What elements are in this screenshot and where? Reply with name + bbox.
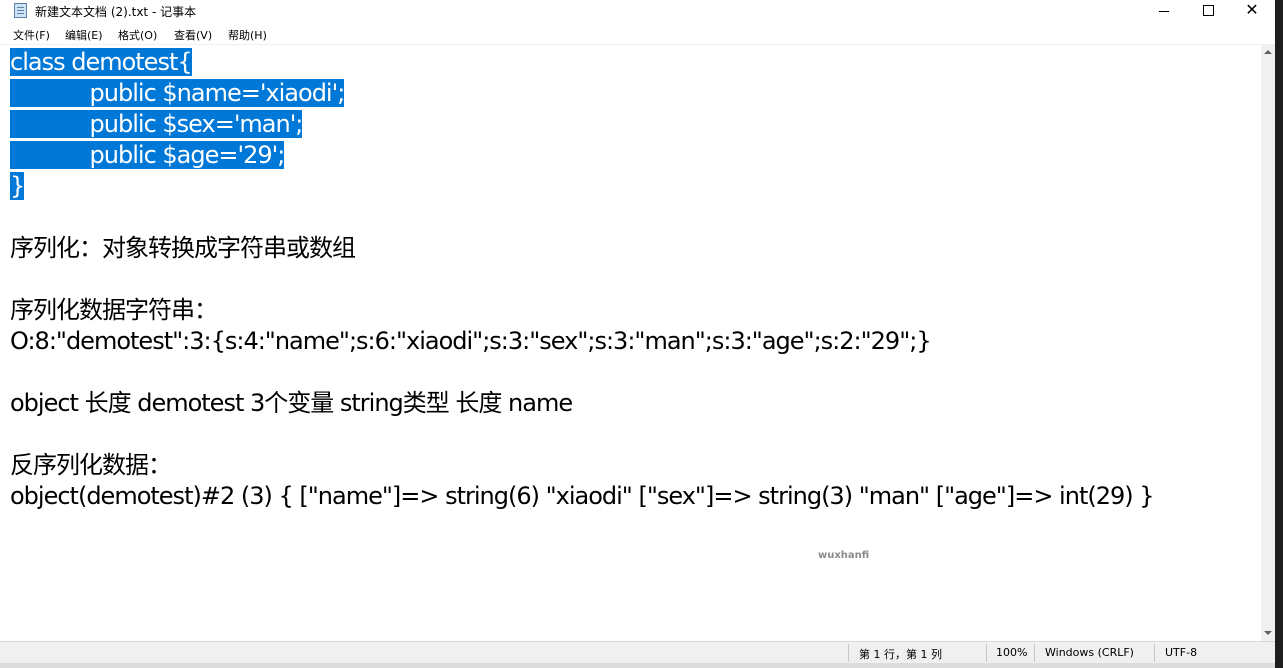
editor-line: } [10,171,25,202]
selected-text: public $age='29'; [10,141,285,169]
status-bar: 第 1 行，第 1 列 100% Windows (CRLF) UTF-8 [0,641,1275,664]
menu-format[interactable]: 格式(O) [118,27,157,43]
encoding: UTF-8 [1165,646,1198,659]
editor-line: public $sex='man'; [10,109,303,140]
selected-text: } [10,172,25,200]
vertical-scrollbar[interactable] [1261,44,1275,641]
menu-bar: 文件(F) 编辑(E) 格式(O) 查看(V) 帮助(H) [0,23,1275,44]
notepad-window: 新建文本文档 (2).txt - 记事本 ✕ 文件(F) 编辑(E) 格式(O)… [0,0,1275,668]
status-divider [848,644,849,662]
watermark: wuxhanfi [818,550,870,561]
editor-line: 序列化：对象转换成字符串或数组 [10,234,356,262]
menu-file[interactable]: 文件(F) [13,27,50,43]
selected-text: public $name='xiaodi'; [10,79,345,107]
scroll-down-icon[interactable] [1264,631,1272,635]
minimize-button[interactable] [1141,0,1187,22]
status-divider [1154,644,1155,662]
maximize-button[interactable] [1185,0,1231,22]
editor-line: 序列化数据字符串： [10,296,218,324]
editor-line: object(demotest)#2 (3) { ["name"]=> stri… [10,482,1155,510]
editor-line: public $name='xiaodi'; [10,78,345,109]
selected-text: class demotest{ [10,48,193,76]
editor-line: class demotest{ [10,47,193,78]
menu-help[interactable]: 帮助(H) [228,27,267,43]
scroll-up-icon[interactable] [1264,50,1272,54]
zoom-level: 100% [996,646,1028,659]
text-editor[interactable]: class demotest{ public $name='xiaodi'; p… [0,44,1261,642]
close-button[interactable]: ✕ [1229,0,1275,22]
selected-text: public $sex='man'; [10,110,303,138]
menu-edit[interactable]: 编辑(E) [65,27,103,43]
editor-line: object 长度 demotest 3个变量 string类型 长度 name [10,389,573,417]
cursor-position: 第 1 行，第 1 列 [859,648,942,661]
window-title: 新建文本文档 (2).txt - 记事本 [35,5,197,19]
window-border [0,663,1275,668]
editor-line: 反序列化数据： [10,451,172,479]
editor-line: public $age='29'; [10,140,285,171]
menu-view[interactable]: 查看(V) [174,27,212,43]
line-ending: Windows (CRLF) [1045,646,1134,659]
background-edge [1275,0,1283,668]
status-divider [1034,644,1035,662]
notepad-icon [14,3,27,18]
title-bar[interactable]: 新建文本文档 (2).txt - 记事本 ✕ [0,0,1275,22]
status-divider [986,644,987,662]
editor-line: O:8:"demotest":3:{s:4:"name";s:6:"xiaodi… [10,327,932,355]
